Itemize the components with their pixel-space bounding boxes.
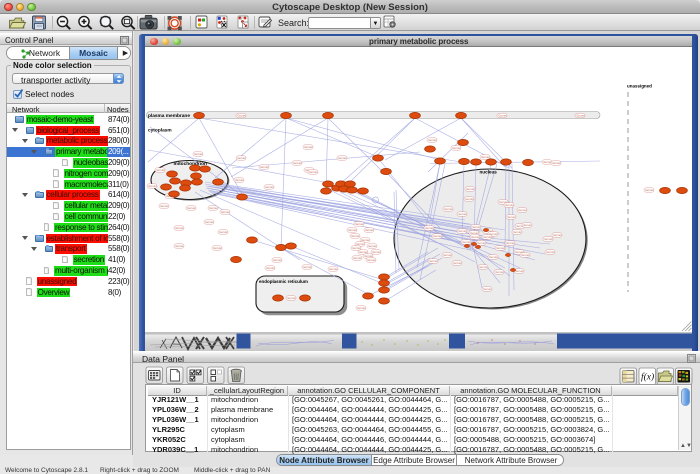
svg-text:Go:xxx: Go:xxx xyxy=(293,161,302,165)
svg-text:Go:xxx: Go:xxx xyxy=(351,234,360,238)
svg-text:nucleus: nucleus xyxy=(479,170,497,175)
svg-text:Go:xxx: Go:xxx xyxy=(273,258,282,262)
svg-text:Go:xxx: Go:xxx xyxy=(209,206,218,210)
svg-text:Go:xxx: Go:xxx xyxy=(506,241,515,245)
svg-text:Go:xxx: Go:xxx xyxy=(518,208,527,212)
svg-text:Go:xxx: Go:xxx xyxy=(481,155,490,159)
svg-text:Go:xxx: Go:xxx xyxy=(505,203,514,207)
svg-text:Go:xxx: Go:xxx xyxy=(148,184,157,188)
svg-text:Go:xxx: Go:xxx xyxy=(187,206,196,210)
svg-text:Go:xxx: Go:xxx xyxy=(443,253,452,257)
svg-text:Go:xxx: Go:xxx xyxy=(356,242,365,246)
svg-text:Go:xxx: Go:xxx xyxy=(523,223,532,227)
svg-text:Go:xxx: Go:xxx xyxy=(546,250,555,254)
svg-text:Go:xxx: Go:xxx xyxy=(266,266,275,270)
svg-text:Go:xxx: Go:xxx xyxy=(309,170,318,174)
svg-text:f(x): f(x) xyxy=(641,372,654,383)
svg-text:Go:xxx: Go:xxx xyxy=(219,230,228,234)
svg-text:Go:xxx: Go:xxx xyxy=(425,226,434,230)
svg-text:Go:xxx: Go:xxx xyxy=(175,226,184,230)
svg-text:Go:xxx: Go:xxx xyxy=(329,267,338,271)
svg-text:Go:xxx: Go:xxx xyxy=(287,296,296,300)
svg-text:Go:xxx: Go:xxx xyxy=(265,185,274,189)
svg-text:Go:xxx: Go:xxx xyxy=(452,146,461,150)
svg-text:Go:xxx: Go:xxx xyxy=(444,207,453,211)
svg-text:Go:xxx: Go:xxx xyxy=(359,250,368,254)
svg-text:Go:xxx: Go:xxx xyxy=(357,306,366,310)
svg-text:Go:xxx: Go:xxx xyxy=(462,240,471,244)
svg-text:Go:xxx: Go:xxx xyxy=(483,235,492,239)
svg-text:Go:xxx: Go:xxx xyxy=(156,168,165,172)
svg-text:Go:xxx: Go:xxx xyxy=(544,237,553,241)
svg-text:Go:xxx: Go:xxx xyxy=(235,178,244,182)
svg-text:Go:xxx: Go:xxx xyxy=(352,246,361,250)
svg-text:Go:xxx: Go:xxx xyxy=(428,138,437,142)
svg-text:Go:xxx: Go:xxx xyxy=(213,246,222,250)
svg-text:Go:xxx: Go:xxx xyxy=(498,114,507,118)
svg-text:Go:xxx: Go:xxx xyxy=(175,244,184,248)
svg-text:Go:xxx: Go:xxx xyxy=(466,187,475,191)
svg-text:Go:xxx: Go:xxx xyxy=(348,228,357,232)
svg-text:Go:xxx: Go:xxx xyxy=(355,222,364,226)
svg-text:Go:xxx: Go:xxx xyxy=(513,230,522,234)
svg-text:Go:xxx: Go:xxx xyxy=(645,188,654,192)
svg-text:endoplasmic reticulum: endoplasmic reticulum xyxy=(259,279,308,284)
svg-text:Go:xxx: Go:xxx xyxy=(353,256,362,260)
svg-text:Go:xxx: Go:xxx xyxy=(364,254,373,258)
svg-text:Go:xxx: Go:xxx xyxy=(194,152,203,156)
svg-text:Go:xxx: Go:xxx xyxy=(521,253,530,257)
svg-text:Go:xxx: Go:xxx xyxy=(472,225,481,229)
svg-text:Go:xxx: Go:xxx xyxy=(160,204,169,208)
svg-text:Go:xxx: Go:xxx xyxy=(221,210,230,214)
svg-text:cytoplasm: cytoplasm xyxy=(148,128,172,134)
svg-text:Go:xxx: Go:xxx xyxy=(367,258,376,262)
svg-text:Go:xxx: Go:xxx xyxy=(304,145,313,149)
svg-text:Go:xxx: Go:xxx xyxy=(303,265,312,269)
svg-text:Go:xxx: Go:xxx xyxy=(237,114,246,118)
svg-text:Go:xxx: Go:xxx xyxy=(543,160,552,164)
svg-text:Go:xxx: Go:xxx xyxy=(496,246,505,250)
svg-text:Go:xxx: Go:xxx xyxy=(471,235,480,239)
svg-text:Go:xxx: Go:xxx xyxy=(372,250,381,254)
svg-text:Go:xxx: Go:xxx xyxy=(458,229,467,233)
svg-text:Go:xxx: Go:xxx xyxy=(470,231,479,235)
svg-text:Go:xxx: Go:xxx xyxy=(237,156,246,160)
svg-text:Go:xxx: Go:xxx xyxy=(433,234,442,238)
svg-text:Go:xxx: Go:xxx xyxy=(260,165,269,169)
svg-text:Go:xxx: Go:xxx xyxy=(458,212,467,216)
svg-text:Go:xxx: Go:xxx xyxy=(479,265,488,269)
svg-text:Go:xxx: Go:xxx xyxy=(477,241,486,245)
svg-text:plasma membrane: plasma membrane xyxy=(148,113,190,119)
svg-text:Go:xxx: Go:xxx xyxy=(552,161,561,165)
svg-text:Go:xxx: Go:xxx xyxy=(576,114,585,118)
svg-text:Go:xxx: Go:xxx xyxy=(365,228,374,232)
svg-text:Go:xxx: Go:xxx xyxy=(368,244,377,248)
svg-text:Go:xxx: Go:xxx xyxy=(465,197,474,201)
svg-text:Go:xxx: Go:xxx xyxy=(495,270,504,274)
svg-text:Go:xxx: Go:xxx xyxy=(338,156,347,160)
svg-text:Go:xxx: Go:xxx xyxy=(483,287,492,291)
svg-text:Go:xxx: Go:xxx xyxy=(361,238,370,242)
svg-text:Go:xxx: Go:xxx xyxy=(453,261,462,265)
svg-text:Go:xxx: Go:xxx xyxy=(515,269,524,273)
svg-text:Go:xxx: Go:xxx xyxy=(507,215,516,219)
svg-text:Go:xxx: Go:xxx xyxy=(489,255,498,259)
svg-text:Go:xxx: Go:xxx xyxy=(205,220,214,224)
svg-text:Go:xxx: Go:xxx xyxy=(553,233,562,237)
svg-text:unassigned: unassigned xyxy=(627,84,652,89)
svg-text:Go:xxx: Go:xxx xyxy=(429,259,438,263)
